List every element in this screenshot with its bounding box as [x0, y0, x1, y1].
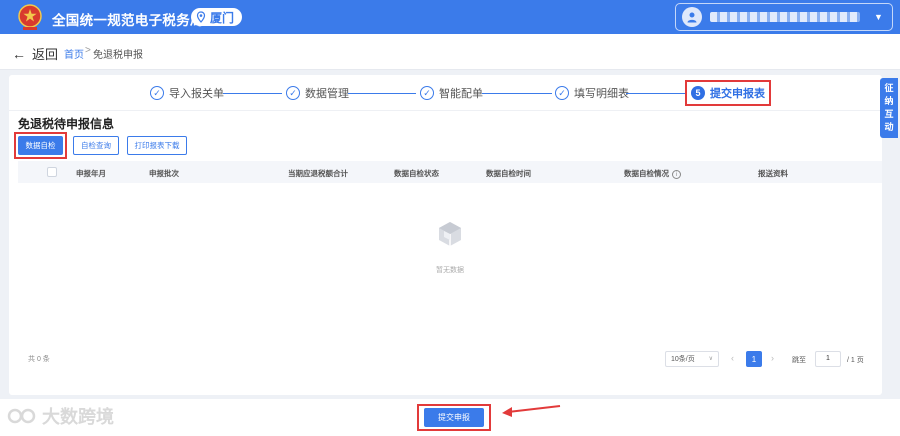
info-icon[interactable]: i — [672, 170, 681, 179]
col-submit-materials: 报送资料 — [758, 169, 788, 178]
step-label: 数据管理 — [305, 88, 349, 100]
breadcrumb-separator: > — [85, 45, 91, 56]
city-label: 厦门 — [210, 10, 235, 25]
step-data-manage[interactable]: ✓ 数据管理 — [286, 85, 349, 101]
check-circle-icon: ✓ — [420, 86, 434, 100]
select-all-checkbox[interactable] — [47, 167, 57, 177]
step-connector — [626, 93, 685, 94]
prev-page-button[interactable]: ‹ — [731, 353, 734, 363]
check-circle-icon: ✓ — [286, 86, 300, 100]
back-button[interactable]: ← 返回 — [12, 44, 58, 63]
step-label: 智能配单 — [439, 88, 483, 100]
tax-emblem-icon — [18, 4, 42, 30]
check-circle-icon: ✓ — [555, 86, 569, 100]
step-submit[interactable]: 5 提交申报表 — [685, 80, 771, 106]
data-check-button[interactable]: 数据自检 — [18, 136, 63, 155]
step-connector — [348, 93, 416, 94]
col-check-result: 数据自检情况 i — [624, 168, 681, 179]
step-label: 填写明细表 — [574, 88, 629, 100]
red-arrow-annotation-icon — [502, 405, 561, 417]
site-title: 全国统一规范电子税务局 — [52, 13, 204, 28]
step-connector — [223, 93, 282, 94]
step-connector — [482, 93, 552, 94]
jump-page-input[interactable]: 1 — [815, 351, 841, 367]
watermark-logo-icon — [7, 408, 36, 424]
main-card: ✓ 导入报关单 ✓ 数据管理 ✓ 智能配单 ✓ 填写明细表 5 提交申报表 免退… — [9, 75, 882, 395]
check-circle-icon: ✓ — [150, 86, 164, 100]
submit-declaration-button[interactable]: 提交申报 — [424, 408, 484, 427]
table-header: 申报年月 申报批次 当期应退税额合计 数据自检状态 数据自检时间 数据自检情况 i… — [18, 161, 882, 183]
watermark: 大数跨境 — [6, 403, 114, 429]
empty-box-icon — [439, 222, 461, 246]
check-query-button[interactable]: 自检查询 — [73, 136, 119, 155]
user-menu[interactable]: ██████████ ▼ — [675, 3, 893, 31]
steps-bar: ✓ 导入报关单 ✓ 数据管理 ✓ 智能配单 ✓ 填写明细表 5 提交申报表 — [9, 75, 882, 111]
breadcrumb-current: 免退税申报 — [93, 50, 143, 61]
top-bar: 全国统一规范电子税务局 厦门 ██████████ ▼ — [0, 0, 900, 34]
step-label: 提交申报表 — [710, 88, 765, 100]
col-declare-month: 申报年月 — [76, 169, 106, 178]
col-check-time: 数据自检时间 — [486, 169, 531, 178]
col-declare-batch: 申报批次 — [149, 169, 179, 178]
step-label: 导入报关单 — [169, 88, 224, 100]
total-pages: / 1 页 — [847, 357, 864, 364]
user-avatar-icon — [682, 7, 702, 27]
city-selector[interactable]: 厦门 — [191, 8, 243, 26]
side-float-label: 征纳互动 — [884, 83, 894, 132]
breadcrumb-bar: ← 返回 首页 > 免退税申报 — [0, 34, 900, 70]
step-smart-match[interactable]: ✓ 智能配单 — [420, 85, 483, 101]
step-import[interactable]: ✓ 导入报关单 — [150, 85, 224, 101]
section-title: 免退税待申报信息 — [18, 117, 115, 131]
arrow-left-icon: ← — [12, 45, 26, 62]
step-number: 5 — [691, 86, 705, 100]
col-refund-total: 当期应退税额合计 — [288, 169, 348, 178]
caret-down-icon: ▼ — [874, 12, 883, 22]
step-fill-detail[interactable]: ✓ 填写明细表 — [555, 85, 629, 101]
page-size-select[interactable]: 10条/页 ∨ — [665, 351, 719, 367]
location-pin-icon — [196, 11, 206, 23]
chevron-down-icon: ∨ — [708, 356, 713, 362]
col-check-status: 数据自检状态 — [394, 169, 439, 178]
user-name: ██████████ — [710, 12, 860, 22]
back-label: 返回 — [32, 47, 59, 62]
empty-text: 暂无数据 — [436, 267, 464, 274]
next-page-button[interactable]: › — [771, 353, 774, 363]
page-current[interactable]: 1 — [746, 351, 762, 367]
print-download-button[interactable]: 打印报表下载 — [127, 136, 187, 155]
interaction-float-button[interactable]: 征纳互动 — [880, 78, 898, 138]
total-count: 共 0 条 — [28, 356, 50, 363]
breadcrumb-home[interactable]: 首页 — [64, 46, 84, 61]
jump-label: 跳至 — [792, 357, 806, 364]
